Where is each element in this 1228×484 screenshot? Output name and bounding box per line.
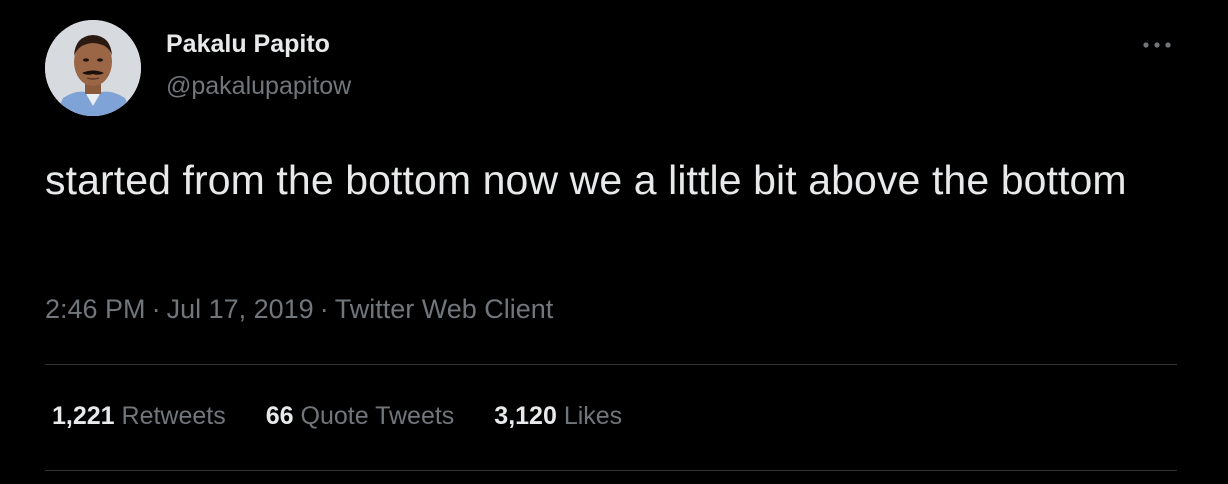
likes-label: Likes	[563, 402, 623, 430]
meta-separator: ·	[319, 294, 329, 324]
tweet-stats: 1,221 Retweets 66 Quote Tweets 3,120 Lik…	[52, 402, 662, 431]
tweet-text: started from the bottom now we a little …	[45, 157, 1127, 203]
meta-separator: ·	[151, 294, 161, 324]
retweets-count: 1,221	[52, 402, 115, 430]
more-options-icon	[1143, 42, 1171, 48]
retweets-label: Retweets	[121, 402, 226, 430]
quote-tweets-stat[interactable]: 66 Quote Tweets	[266, 402, 455, 431]
display-name[interactable]: Pakalu Papito	[166, 30, 330, 59]
tweet-source-link[interactable]: Twitter Web Client	[335, 294, 554, 324]
user-handle[interactable]: @pakalupapitow	[166, 72, 351, 101]
tweet-timestamp-link[interactable]: 2:46 PM · Jul 17, 2019	[45, 294, 314, 324]
tweet-date: Jul 17, 2019	[166, 294, 314, 324]
tweet-time: 2:46 PM	[45, 294, 146, 324]
tweet-meta: 2:46 PM · Jul 17, 2019 · Twitter Web Client	[45, 294, 553, 325]
divider	[45, 364, 1177, 365]
likes-stat[interactable]: 3,120 Likes	[494, 402, 622, 431]
tweet-card: Pakalu Papito @pakalupapitow started fro…	[0, 0, 1228, 484]
more-options-button[interactable]	[1136, 28, 1178, 62]
likes-count: 3,120	[494, 402, 557, 430]
avatar[interactable]	[45, 20, 141, 116]
retweets-stat[interactable]: 1,221 Retweets	[52, 402, 226, 431]
divider	[45, 470, 1177, 471]
quote-tweets-label: Quote Tweets	[300, 402, 455, 430]
quote-tweets-count: 66	[265, 402, 294, 430]
avatar-image	[45, 20, 141, 116]
